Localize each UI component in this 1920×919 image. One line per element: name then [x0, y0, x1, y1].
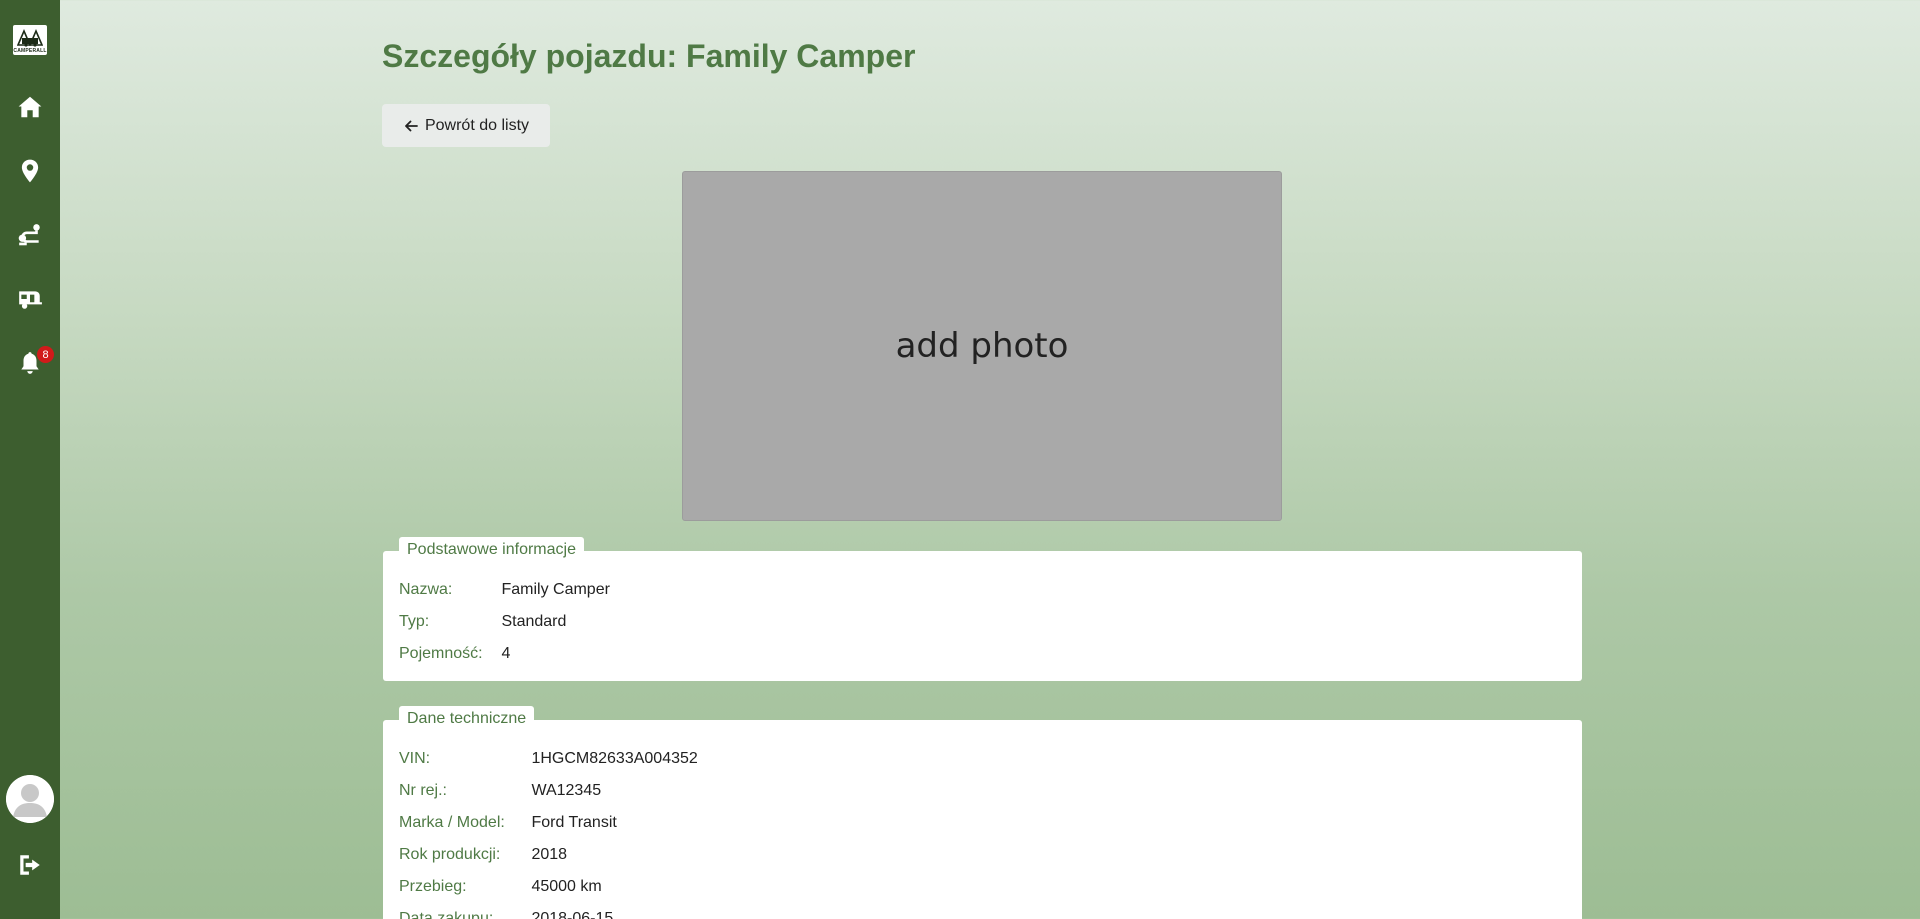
sidebar-item-locations[interactable]	[0, 149, 60, 193]
sidebar-item-vehicles[interactable]	[0, 277, 60, 321]
tech-value: 1HGCM82633A004352	[531, 750, 698, 767]
tech-label: VIN:	[399, 750, 431, 767]
tech-value: 45000 km	[531, 878, 602, 895]
arrow-left-icon	[405, 120, 418, 131]
sidebar-item-notifications[interactable]: 8	[0, 341, 60, 385]
info-label: Typ:	[399, 613, 430, 630]
notification-badge: 8	[37, 346, 54, 363]
vehicle-photo-placeholder[interactable]: add photo	[682, 171, 1282, 521]
info-row-capacity: Pojemność: 4	[399, 645, 510, 663]
info-row-name: Nazwa: Family Camper	[399, 581, 610, 599]
basic-info-card: Podstawowe informacje Nazwa: Family Camp…	[383, 537, 1582, 681]
app-logo[interactable]: CAMPERALL	[13, 25, 47, 55]
route-icon	[18, 224, 40, 246]
tech-label: Marka / Model:	[399, 814, 505, 831]
info-label: Nazwa:	[399, 581, 453, 598]
sidebar-item-routes[interactable]	[0, 213, 60, 257]
tech-label: Rok produkcji:	[399, 846, 501, 863]
avatar[interactable]	[6, 775, 54, 823]
info-value: Family Camper	[501, 581, 610, 598]
info-value: 4	[501, 645, 511, 662]
tech-row-purchase-date: Data zakupu: 2018-06-15	[399, 910, 613, 919]
tech-value: 2018	[531, 846, 568, 863]
user-avatar-icon	[6, 775, 54, 823]
caravan-icon	[19, 291, 42, 309]
add-photo-label: add photo	[895, 326, 1069, 366]
tech-label: Nr rej.:	[399, 782, 447, 799]
back-button-label: Powrót do listy	[424, 116, 530, 134]
page-title: Szczegóły pojazdu: Family Camper	[382, 38, 916, 74]
tech-label: Data zakupu:	[399, 910, 494, 919]
info-value: Standard	[501, 613, 567, 630]
camper-logo-icon	[17, 28, 43, 47]
tech-value: Ford Transit	[531, 814, 617, 831]
logout-icon	[20, 855, 40, 875]
logo-text: CAMPERALL	[13, 47, 47, 54]
map-pin-icon	[21, 159, 39, 183]
logout-button[interactable]	[0, 843, 60, 887]
tech-row-make-model: Marka / Model: Ford Transit	[399, 814, 617, 832]
tech-value: WA12345	[531, 782, 602, 799]
basic-info-legend: Podstawowe informacje	[399, 537, 584, 563]
home-icon	[18, 96, 42, 118]
tech-data-legend: Dane techniczne	[399, 706, 535, 732]
tech-data-card: Dane techniczne VIN: 1HGCM82633A004352 N…	[383, 706, 1582, 919]
sidebar: CAMPERALL 8	[0, 0, 60, 919]
info-row-type: Typ: Standard	[399, 613, 566, 631]
sidebar-item-home[interactable]	[0, 85, 60, 129]
tech-row-production-year: Rok produkcji: 2018	[399, 846, 567, 864]
tech-row-mileage: Przebieg: 45000 km	[399, 878, 602, 896]
tech-row-vin: VIN: 1HGCM82633A004352	[399, 750, 698, 768]
tech-label: Przebieg:	[399, 878, 467, 895]
back-to-list-button[interactable]: Powrót do listy	[382, 104, 550, 147]
tech-value: 2018-06-15	[531, 910, 614, 919]
tech-row-registration: Nr rej.: WA12345	[399, 782, 601, 800]
info-label: Pojemność:	[399, 645, 483, 662]
